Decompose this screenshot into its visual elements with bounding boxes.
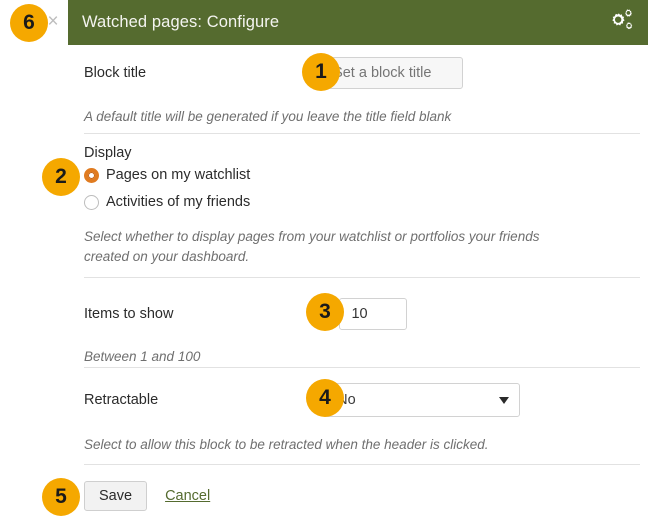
cancel-link[interactable]: Cancel xyxy=(165,488,210,504)
form-actions: Save Cancel xyxy=(84,481,640,511)
divider-3 xyxy=(84,367,640,368)
retractable-label: Retractable xyxy=(84,392,159,408)
cogs-icon-svg xyxy=(612,8,633,29)
gear-icon[interactable] xyxy=(604,8,634,37)
block-title-help: A default title will be generated if you… xyxy=(84,109,452,124)
items-to-show-help: Between 1 and 100 xyxy=(84,349,201,364)
radio-label-pages-on-my-watchlist: Pages on my watchlist xyxy=(106,167,251,183)
block-title-input[interactable] xyxy=(321,57,464,89)
radio-option-pages-on-my-watchlist[interactable]: Pages on my watchlist xyxy=(84,167,640,183)
block-title-label: Block title xyxy=(84,65,147,81)
step-badge-5: 5 xyxy=(42,478,80,516)
step-badge-6: 6 xyxy=(10,4,48,42)
retractable-select[interactable]: No xyxy=(324,383,521,417)
step-badge-4: 4 xyxy=(306,379,344,417)
save-button[interactable]: Save xyxy=(84,481,148,511)
display-label: Display xyxy=(84,145,132,161)
block-title-row: Block title A default title will be gene… xyxy=(84,57,640,127)
display-help: Select whether to display pages from you… xyxy=(84,229,540,264)
items-to-show-row: Items to show Between 1 and 100 xyxy=(84,298,640,367)
radio-icon-selected[interactable] xyxy=(84,167,99,183)
retractable-help: Select to allow this block to be retract… xyxy=(84,437,489,452)
divider-1 xyxy=(84,133,640,134)
chevron-down-icon xyxy=(499,396,510,404)
step-badge-1: 1 xyxy=(302,53,340,91)
retractable-row: Retractable No Select to allow this bloc… xyxy=(84,383,640,455)
radio-label-activities-of-my-friends: Activities of my friends xyxy=(106,194,251,210)
display-row: Display Pages on my watchlist Activities… xyxy=(84,145,640,266)
retractable-select-value: No xyxy=(337,392,356,408)
radio-icon-unselected[interactable] xyxy=(84,194,99,210)
step-badge-2: 2 xyxy=(42,158,80,196)
configure-block-dialog: Watched pages: Configure × Block title S… xyxy=(0,0,648,524)
page-title: Watched pages: Configure xyxy=(82,13,280,31)
step-badge-3: 3 xyxy=(306,293,344,331)
radio-option-activities-of-my-friends[interactable]: Activities of my friends xyxy=(84,194,640,210)
items-to-show-label: Items to show xyxy=(84,306,174,322)
dialog-titlebar: Watched pages: Configure xyxy=(68,0,648,45)
divider-4 xyxy=(84,464,640,465)
items-to-show-input[interactable] xyxy=(339,298,408,330)
divider-2 xyxy=(84,277,640,278)
